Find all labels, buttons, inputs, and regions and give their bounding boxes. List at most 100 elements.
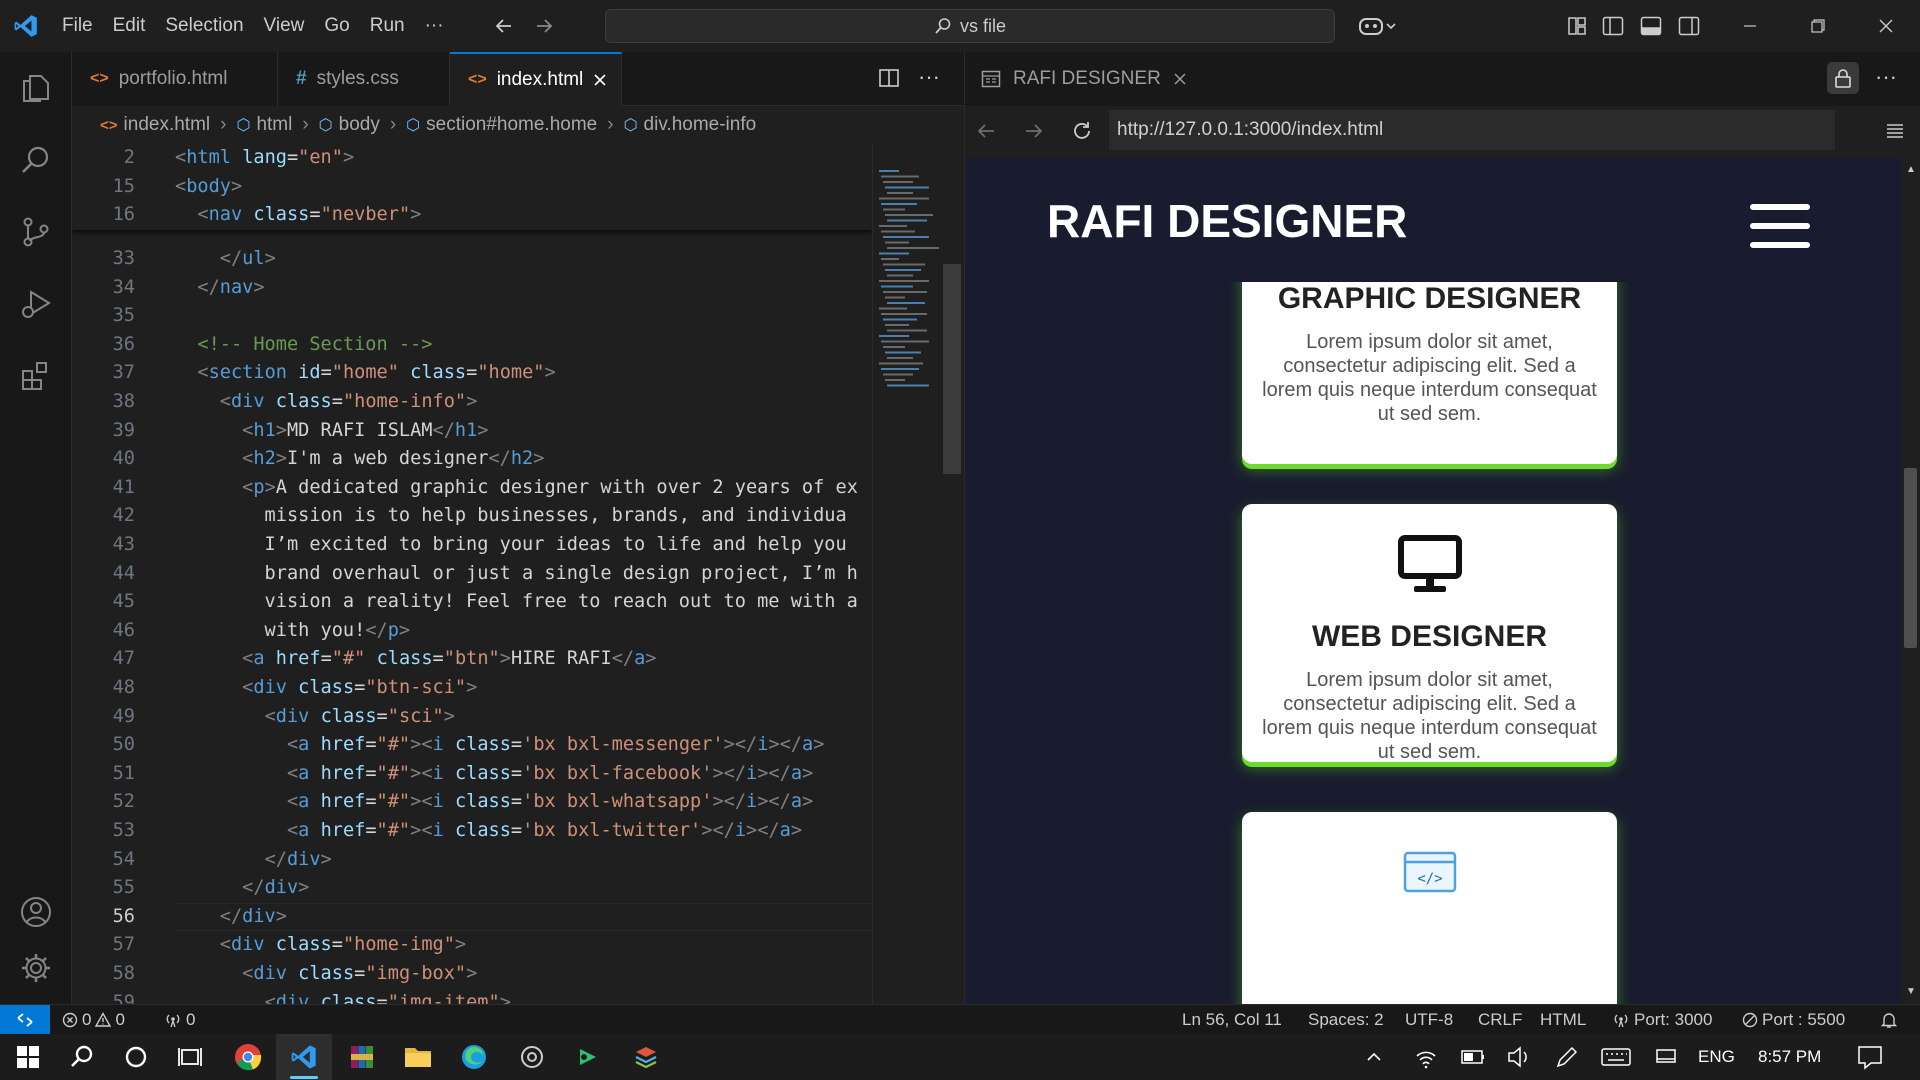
code-text[interactable]: <h2>I'm a web designer</h2> [175,445,544,474]
sticky-scroll[interactable]: 2 <html lang="en"> 15 <body> 16 <nav class="… [72,144,872,230]
code-editor[interactable]: 2 <html lang="en"> 15 <body> 16 <nav class="… [72,144,872,1004]
display-icon[interactable] [1654,1034,1678,1080]
code-line[interactable]: 37 <section id="home" class="home"> [72,359,872,388]
pen-icon[interactable] [1554,1034,1578,1080]
code-text[interactable]: vision a reality! Feel free to reach out… [175,588,858,617]
close-tab-icon[interactable] [1173,72,1187,86]
close-tab-icon[interactable] [593,73,607,87]
indentation[interactable]: Spaces: 2 [1308,1005,1384,1035]
menu-selection[interactable]: Selection [155,0,253,52]
url-input[interactable] [1109,110,1835,150]
back-arrow-icon[interactable] [484,0,524,52]
settings-app-icon[interactable] [504,1034,560,1080]
wifi-icon[interactable] [1414,1034,1438,1080]
search-icon[interactable] [0,124,72,196]
code-line[interactable]: 39 <h1>MD RAFI ISLAM</h1> [72,417,872,446]
volume-icon[interactable] [1506,1034,1532,1080]
customize-layout-icon[interactable] [1560,0,1594,52]
language-mode[interactable]: HTML [1540,1005,1586,1035]
copilot-icon[interactable] [1352,0,1402,52]
touch-keyboard-icon[interactable] [1600,1034,1632,1080]
tab-index-html[interactable]: <> index.html [450,52,622,106]
reload-icon[interactable] [1071,120,1093,142]
code-text[interactable]: <section id="home" class="home"> [175,359,555,388]
extensions-icon[interactable] [0,340,72,412]
breadcrumb-item[interactable]: section#home.home [426,114,597,136]
source-control-icon[interactable] [0,196,72,268]
code-text[interactable]: with you!</p> [175,617,411,646]
notifications-bell-icon[interactable] [1880,1005,1898,1035]
code-text[interactable]: mission is to help businesses, brands, a… [175,502,847,531]
code-text[interactable]: <a href="#"><i class='bx bxl-messenger'>… [175,731,824,760]
code-text[interactable]: <div class="img-item"> [175,989,511,1004]
tab-styles-css[interactable]: # styles.css [278,52,450,106]
code-text[interactable]: I’m excited to bring your ideas to life … [175,531,847,560]
code-text[interactable]: <div class="btn-sci"> [175,674,477,703]
code-line[interactable]: 54 </div> [72,846,872,875]
code-line[interactable]: 41 <p>A dedicated graphic designer with … [72,474,872,503]
code-line[interactable]: 56 </div> [72,903,872,932]
toggle-primary-sidebar-icon[interactable] [1596,0,1630,52]
sticky-code-line[interactable]: 15 <body> [72,173,872,202]
code-text[interactable]: <div class="img-box"> [175,960,477,989]
breadcrumb-item[interactable]: body [339,114,380,136]
code-text[interactable]: </div> [175,874,309,903]
chrome-icon[interactable] [220,1034,276,1080]
minimap[interactable] [872,144,964,1004]
code-line[interactable]: 55 </div> [72,874,872,903]
code-line[interactable]: 45 vision a reality! Feel free to reach … [72,588,872,617]
code-line[interactable]: 46 with you!</p> [72,617,872,646]
more-actions-icon[interactable]: ··· [1875,64,1897,90]
code-line[interactable]: 33 </ul> [72,245,872,274]
code-text[interactable]: </nav> [175,274,264,303]
rendered-page[interactable]: RAFI DESIGNER GRAPHIC DESIGNER Lorem ips… [965,158,1901,1004]
code-text[interactable]: <a href="#"><i class='bx bxl-facebook'><… [175,760,813,789]
code-line[interactable]: 58 <div class="img-box"> [72,960,872,989]
live-server-port[interactable]: Port : 5500 [1742,1005,1845,1035]
code-text[interactable]: </div> [175,903,287,932]
breadcrumb-item[interactable]: html [256,114,292,136]
command-center-search[interactable]: vs file [605,9,1335,43]
scrollbar-thumb[interactable] [1904,468,1917,648]
cursor-position[interactable]: Ln 56, Col 11 [1182,1005,1282,1035]
task-view-icon[interactable] [162,1034,218,1080]
code-text[interactable]: <div class="home-img"> [175,931,466,960]
code-line[interactable]: 57 <div class="home-img"> [72,931,872,960]
code-line[interactable]: 49 <div class="sci"> [72,703,872,732]
code-line[interactable]: 47 <a href="#" class="btn">HIRE RAFI</a> [72,645,872,674]
code-line[interactable]: 50 <a href="#"><i class='bx bxl-messenge… [72,731,872,760]
code-line[interactable]: 43 I’m excited to bring your ideas to li… [72,531,872,560]
battery-icon[interactable] [1460,1034,1486,1080]
port-3000-indicator[interactable]: Port: 3000 [1612,1005,1712,1035]
preview-scrollbar[interactable]: ▲ ▼ [1901,158,1920,1004]
cortana-icon[interactable] [108,1034,164,1080]
menu-file[interactable]: File [52,0,103,52]
code-line[interactable]: 34 </nav> [72,274,872,303]
code-text[interactable]: <html lang="en"> [175,144,354,173]
code-text[interactable]: <nav class="nevber"> [175,201,421,230]
code-text[interactable]: <p>A dedicated graphic designer with ove… [175,474,858,503]
edge-icon[interactable] [446,1034,502,1080]
minimize-icon[interactable] [1720,0,1780,52]
settings-gear-icon[interactable] [0,932,72,1004]
code-line[interactable]: 53 <a href="#"><i class='bx bxl-twitter'… [72,817,872,846]
menu-more[interactable]: ··· [415,0,454,52]
site-logo-title[interactable]: RAFI DESIGNER [1047,194,1407,248]
breadcrumb-item[interactable]: index.html [124,114,211,136]
toggle-panel-icon[interactable] [1634,0,1668,52]
code-line[interactable]: 48 <div class="btn-sci"> [72,674,872,703]
code-line[interactable]: 42 mission is to help businesses, brands… [72,502,872,531]
code-text[interactable]: </div> [175,846,332,875]
file-explorer-icon[interactable] [390,1034,446,1080]
input-language[interactable]: ENG [1698,1034,1735,1080]
app-green-icon[interactable] [560,1034,616,1080]
more-actions-icon[interactable]: ··· [918,64,940,90]
tab-rafi-designer[interactable]: RAFI DESIGNER [965,52,1203,106]
code-text[interactable]: <h1>MD RAFI ISLAM</h1> [175,417,488,446]
scroll-up-icon[interactable]: ▲ [1906,164,1916,175]
breadcrumb-item[interactable]: div.home-info [644,114,757,136]
code-text[interactable]: <a href="#" class="btn">HIRE RAFI</a> [175,645,656,674]
taskbar-search-icon[interactable] [54,1034,110,1080]
menu-run[interactable]: Run [360,0,415,52]
code-text[interactable]: <body> [175,173,242,202]
